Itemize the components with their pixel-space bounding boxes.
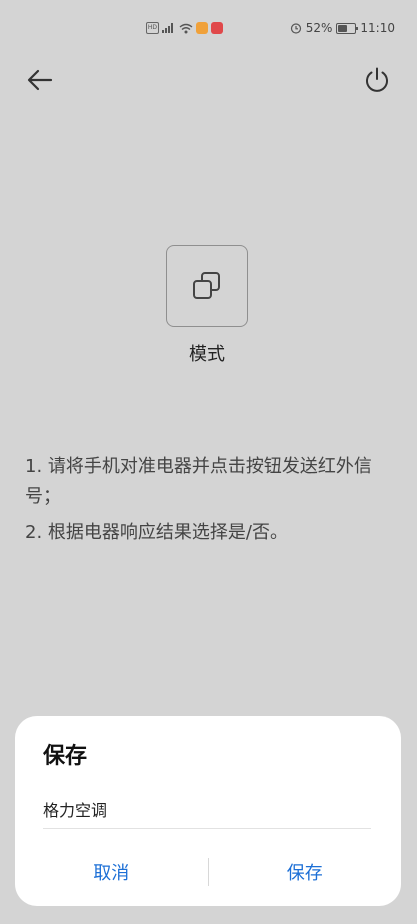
- save-dialog: 保存 取消 保存: [15, 716, 401, 906]
- save-button[interactable]: 保存: [209, 859, 402, 885]
- signal-icon: [162, 23, 176, 33]
- arrow-left-icon: [27, 69, 53, 91]
- wifi-icon: [179, 23, 193, 34]
- status-icons-left: HD: [146, 22, 223, 34]
- alarm-icon: [290, 22, 302, 34]
- power-icon: [366, 67, 388, 92]
- device-name-input[interactable]: [43, 790, 371, 829]
- dialog-title: 保存: [43, 744, 88, 769]
- cancel-button[interactable]: 取消: [15, 859, 208, 885]
- instructions: 1. 请将手机对准电器并点击按钮发送红外信号； 2. 根据电器响应结果选择是/否…: [25, 452, 389, 554]
- dialog-actions: 取消 保存: [15, 854, 401, 890]
- hd-icon: HD: [146, 22, 159, 34]
- clock: 11:10: [360, 21, 395, 35]
- battery-percent: 52%: [305, 21, 333, 35]
- mode-icon: [193, 272, 220, 299]
- mode-button[interactable]: [166, 245, 248, 327]
- status-icons-right: 52% 11:10: [290, 21, 395, 35]
- instruction-step-2: 2. 根据电器响应结果选择是/否。: [25, 522, 288, 543]
- battery-level: [338, 24, 347, 32]
- power-button[interactable]: [357, 60, 397, 100]
- battery-icon: [336, 22, 359, 34]
- app-notification-icon: [196, 22, 208, 34]
- mode-label: 模式: [189, 344, 225, 365]
- app-notification-icon-2: [211, 22, 223, 34]
- back-button[interactable]: [20, 60, 60, 100]
- instruction-step-1: 1. 请将手机对准电器并点击按钮发送红外信号；: [25, 456, 372, 507]
- status-bar: HD 52% 11:10: [0, 0, 417, 58]
